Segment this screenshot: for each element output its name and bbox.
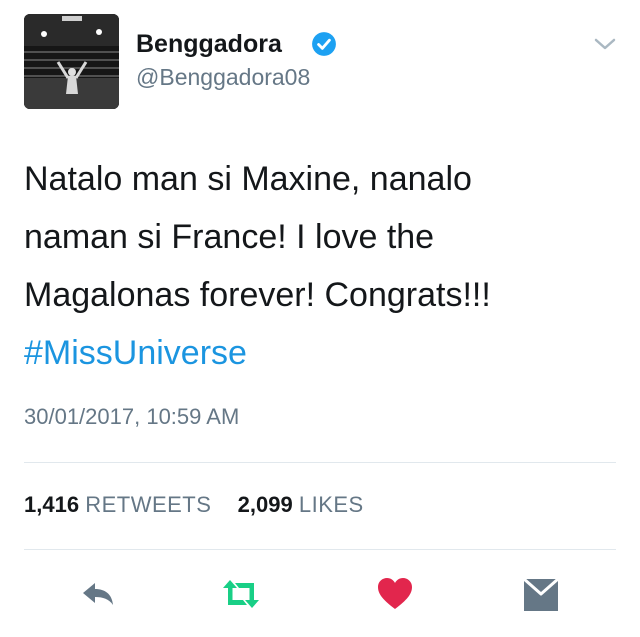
tweet-stats: 1,416 RETWEETS 2,099 LIKES xyxy=(24,492,364,518)
avatar[interactable] xyxy=(24,14,119,109)
display-name[interactable]: Benggadora xyxy=(136,30,282,59)
retweets-label: RETWEETS xyxy=(85,492,212,517)
likes-count: 2,099 xyxy=(237,492,293,517)
retweet-icon xyxy=(223,580,259,608)
direct-message-button[interactable] xyxy=(521,574,561,614)
likes-label: LIKES xyxy=(298,492,364,517)
tweet-timestamp[interactable]: 30/01/2017, 10:59 AM xyxy=(24,404,239,430)
avatar-photo xyxy=(24,14,119,109)
retweet-button[interactable] xyxy=(221,574,261,614)
retweets-count: 1,416 xyxy=(24,492,80,517)
chevron-down-icon[interactable] xyxy=(593,36,617,52)
tweet-text: Natalo man si Maxine, nanalo naman si Fr… xyxy=(24,150,604,382)
divider xyxy=(24,462,616,463)
reply-icon xyxy=(83,583,113,605)
hashtag-link[interactable]: #MissUniverse xyxy=(24,324,604,382)
envelope-icon xyxy=(523,577,559,611)
tweet-text-line: Natalo man si Maxine, nanalo xyxy=(24,160,472,198)
divider xyxy=(24,549,616,550)
verified-badge-icon xyxy=(312,32,336,56)
tweet-text-line: naman si France! I love the xyxy=(24,218,435,256)
likes-stat[interactable]: 2,099 LIKES xyxy=(238,492,364,517)
user-handle[interactable]: @Benggadora08 xyxy=(136,64,310,91)
reply-button[interactable] xyxy=(78,574,118,614)
tweet-text-line: Magalonas forever! Congrats!!! xyxy=(24,276,491,314)
heart-icon xyxy=(378,578,412,609)
like-button[interactable] xyxy=(375,574,415,614)
retweets-stat[interactable]: 1,416 RETWEETS xyxy=(24,492,218,517)
